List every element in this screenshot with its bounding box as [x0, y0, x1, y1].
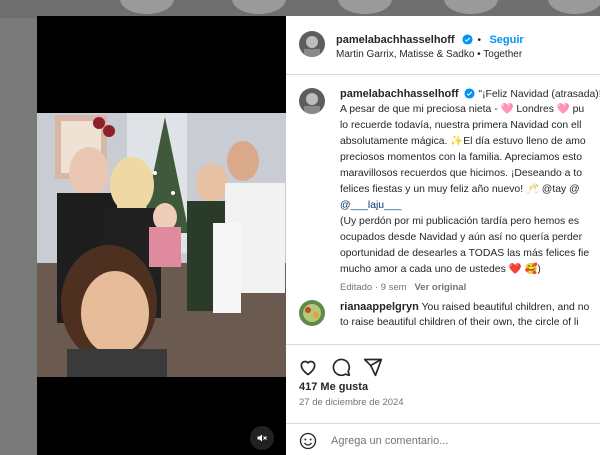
- like-count[interactable]: 417 Me gusta: [299, 381, 368, 393]
- comment-item: rianaappelgryn You raised beautiful chil…: [340, 299, 600, 331]
- author-avatar[interactable]: [299, 31, 325, 57]
- separator-dot: •: [477, 35, 482, 46]
- caption-author-username[interactable]: pamelabachhasselhoff: [340, 88, 459, 100]
- caption-text-line: oportunidad de desearles a TODAS las más…: [340, 248, 590, 259]
- caption-text-line: absolutamente mágica. ✨El día estuvo lle…: [340, 136, 586, 147]
- modal-backdrop[interactable]: [0, 18, 38, 455]
- caption-text-line: felices fiestas y un muy feliz año nuevo…: [340, 184, 580, 195]
- caption-author-avatar[interactable]: [299, 88, 325, 114]
- see-original-link[interactable]: Ver original: [414, 282, 466, 293]
- caption-text-line: ocupados desde Navidad y aún así no quer…: [340, 232, 583, 243]
- author-username[interactable]: pamelabachhasselhoff: [336, 34, 455, 46]
- verified-badge-icon: [462, 32, 473, 50]
- follow-button[interactable]: Seguir: [489, 34, 523, 46]
- post-date[interactable]: 27 de diciembre de 2024: [299, 397, 404, 408]
- share-icon[interactable]: [363, 357, 383, 377]
- story-ring: [338, 0, 392, 14]
- mute-button[interactable]: [250, 426, 274, 450]
- post-details-panel: pamelabachhasselhoff • Seguir Martin Gar…: [286, 16, 600, 455]
- post-actions: 417 Me gusta 27 de diciembre de 2024: [286, 344, 600, 451]
- caption-text-line: (Uy perdón por mi publicación tardía per…: [340, 216, 580, 227]
- comment-input[interactable]: [331, 435, 581, 447]
- caption-text-line: maravillosos recuerdos que hicimos. ¡Des…: [340, 168, 582, 179]
- edited-timestamp[interactable]: Editado · 9 sem: [340, 282, 407, 293]
- caption-text-line: "¡Feliz Navidad (atrasada)!: [478, 89, 600, 100]
- commenter-avatar[interactable]: [299, 300, 325, 326]
- add-comment-bar: [286, 423, 600, 455]
- caption-mention[interactable]: @___laju___: [340, 198, 600, 214]
- comment-text: to raise beautiful children of their own…: [340, 317, 579, 328]
- story-ring: [120, 0, 174, 14]
- emoji-icon[interactable]: [299, 432, 317, 450]
- heart-icon[interactable]: [298, 357, 318, 377]
- story-ring: [232, 0, 286, 14]
- mute-icon: [257, 434, 267, 442]
- story-ring: [444, 0, 498, 14]
- caption-text-line: lo recuerde todavía, nuestra primera Nav…: [340, 120, 582, 131]
- caption-text-line: mucho amor a cada uno de ustedes ❤️ 🥰): [340, 264, 541, 275]
- audio-attribution[interactable]: Martin Garrix, Matisse & Sadko • Togethe…: [336, 49, 522, 60]
- post-photo: [37, 113, 286, 377]
- story-ring: [548, 0, 600, 14]
- comment-text: You raised beautiful children, and no: [421, 302, 590, 313]
- comment-icon[interactable]: [331, 357, 351, 377]
- caption-text-line: A pesar de que mi preciosa nieta - 🩷 Lon…: [340, 104, 585, 115]
- post-header: pamelabachhasselhoff • Seguir Martin Gar…: [286, 16, 600, 75]
- commenter-username[interactable]: rianaappelgryn: [340, 301, 419, 313]
- post-caption: pamelabachhasselhoff "¡Feliz Navidad (at…: [340, 86, 600, 296]
- post-media[interactable]: [37, 16, 286, 455]
- caption-text-line: preciosos momentos con la familia. Aprec…: [340, 152, 582, 163]
